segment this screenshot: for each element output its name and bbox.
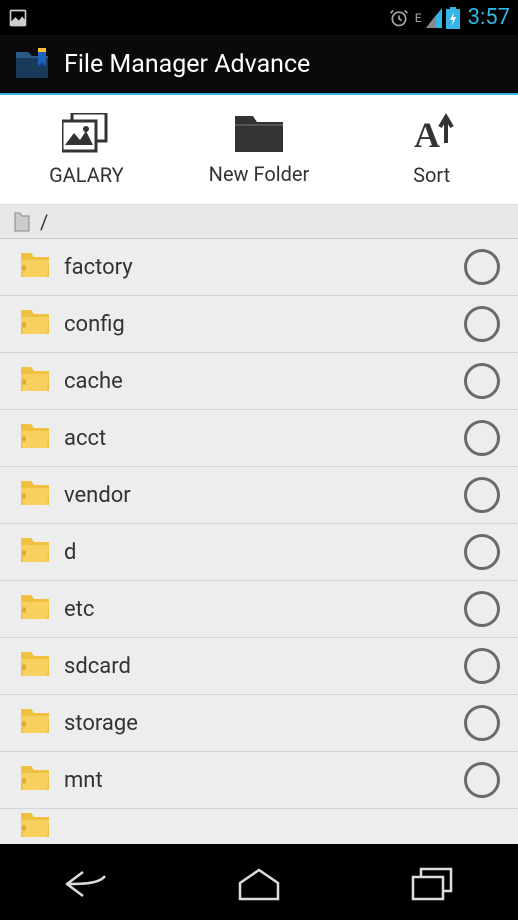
sort-button[interactable]: A Sort [345,95,518,204]
select-radio[interactable] [464,477,500,513]
app-title: File Manager Advance [64,50,310,79]
svg-text:A: A [414,115,440,153]
status-time: 3:57 [468,5,510,30]
file-row[interactable]: cache [0,353,518,410]
file-name: config [64,312,450,337]
toolbar: GALARY New Folder A Sort [0,95,518,205]
app-bar: File Manager Advance [0,35,518,95]
file-name: etc [64,597,450,622]
file-row[interactable]: acct [0,410,518,467]
folder-icon [20,594,50,624]
file-row[interactable]: d [0,524,518,581]
folder-icon [20,366,50,396]
folder-icon [20,708,50,738]
folder-icon [20,812,50,842]
file-name: d [64,540,450,565]
back-button[interactable] [46,864,126,904]
select-radio[interactable] [464,306,500,342]
path-text: / [40,210,48,234]
file-row[interactable]: factory [0,239,518,296]
folder-icon [20,423,50,453]
path-folder-icon [14,212,30,232]
gallery-icon [62,113,110,153]
file-name: factory [64,255,450,280]
file-name: vendor [64,483,450,508]
file-row[interactable]: mnt [0,752,518,809]
folder-icon [20,252,50,282]
new-folder-label: New Folder [209,162,310,186]
file-name: cache [64,369,450,394]
sort-label: Sort [413,163,450,187]
folder-icon [20,480,50,510]
file-name: mnt [64,768,450,793]
select-radio[interactable] [464,363,500,399]
file-row[interactable] [0,809,518,844]
signal-icon [426,8,442,28]
file-row[interactable]: etc [0,581,518,638]
file-row[interactable]: sdcard [0,638,518,695]
recent-button[interactable] [392,864,472,904]
folder-icon [20,309,50,339]
status-bar: E 3:57 [0,0,518,35]
folder-icon [20,651,50,681]
app-icon [12,44,52,84]
home-button[interactable] [219,864,299,904]
file-list: factory config cache acct vendor d etc [0,239,518,844]
folder-icon [20,765,50,795]
alarm-icon [389,8,409,28]
select-radio[interactable] [464,705,500,741]
select-radio[interactable] [464,591,500,627]
new-folder-button[interactable]: New Folder [173,95,346,204]
folder-icon [235,114,283,152]
gallery-label: GALARY [49,163,124,187]
file-name: acct [64,426,450,451]
battery-icon [446,7,460,29]
gallery-button[interactable]: GALARY [0,95,173,204]
file-name: sdcard [64,654,450,679]
select-radio[interactable] [464,648,500,684]
file-row[interactable]: vendor [0,467,518,524]
folder-icon [20,537,50,567]
select-radio[interactable] [464,420,500,456]
select-radio[interactable] [464,534,500,570]
select-radio[interactable] [464,762,500,798]
nav-bar [0,848,518,920]
network-type: E [415,11,422,25]
file-name: storage [64,711,450,736]
select-radio[interactable] [464,249,500,285]
path-bar[interactable]: / [0,205,518,239]
sort-icon: A [410,113,454,153]
picture-icon [8,8,28,28]
file-row[interactable]: config [0,296,518,353]
file-row[interactable]: storage [0,695,518,752]
